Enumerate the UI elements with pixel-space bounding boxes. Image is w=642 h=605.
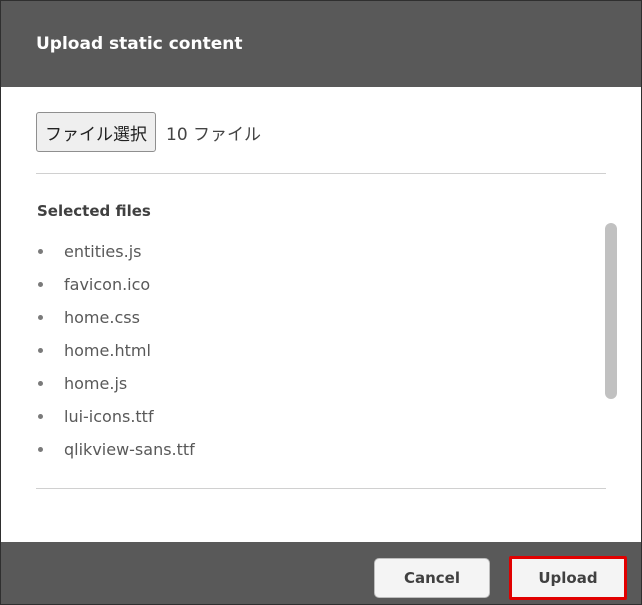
dialog-footer: Cancel Upload (1, 542, 641, 604)
dialog-header: Upload static content (1, 1, 641, 87)
list-item: home.js (36, 367, 576, 400)
upload-static-content-dialog: Upload static content ファイル選択 10 ファイル Sel… (0, 0, 642, 605)
bullet-icon (38, 414, 43, 419)
file-count-label: 10 ファイル (166, 124, 262, 145)
file-name: favicon.ico (64, 275, 151, 294)
divider-bottom (36, 488, 606, 489)
selected-files-list: entities.js favicon.ico home.css home.ht… (36, 235, 576, 466)
scrollbar-thumb[interactable] (605, 223, 617, 399)
bullet-icon (38, 249, 43, 254)
file-name: lui-icons.ttf (64, 407, 154, 426)
file-name: qlikview-sans.ttf (64, 440, 195, 459)
list-item: home.html (36, 334, 576, 367)
list-item: qlikview-sans.ttf (36, 433, 576, 466)
upload-button[interactable]: Upload (509, 556, 627, 600)
cancel-button[interactable]: Cancel (374, 558, 490, 598)
selected-files-title: Selected files (37, 202, 151, 220)
list-item: favicon.ico (36, 268, 576, 301)
list-item: entities.js (36, 235, 576, 268)
file-picker: ファイル選択 10 ファイル (36, 111, 261, 153)
choose-file-button[interactable]: ファイル選択 (36, 112, 156, 152)
bullet-icon (38, 447, 43, 452)
file-name: entities.js (64, 242, 142, 261)
bullet-icon (38, 282, 43, 287)
list-item: home.css (36, 301, 576, 334)
file-name: home.js (64, 374, 128, 393)
dialog-title: Upload static content (36, 34, 243, 54)
bullet-icon (38, 381, 43, 386)
file-list-scrollbar[interactable] (605, 223, 617, 399)
divider-top (36, 173, 606, 174)
bullet-icon (38, 315, 43, 320)
bullet-icon (38, 348, 43, 353)
file-name: home.html (64, 341, 151, 360)
file-name: home.css (64, 308, 140, 327)
list-item: lui-icons.ttf (36, 400, 576, 433)
